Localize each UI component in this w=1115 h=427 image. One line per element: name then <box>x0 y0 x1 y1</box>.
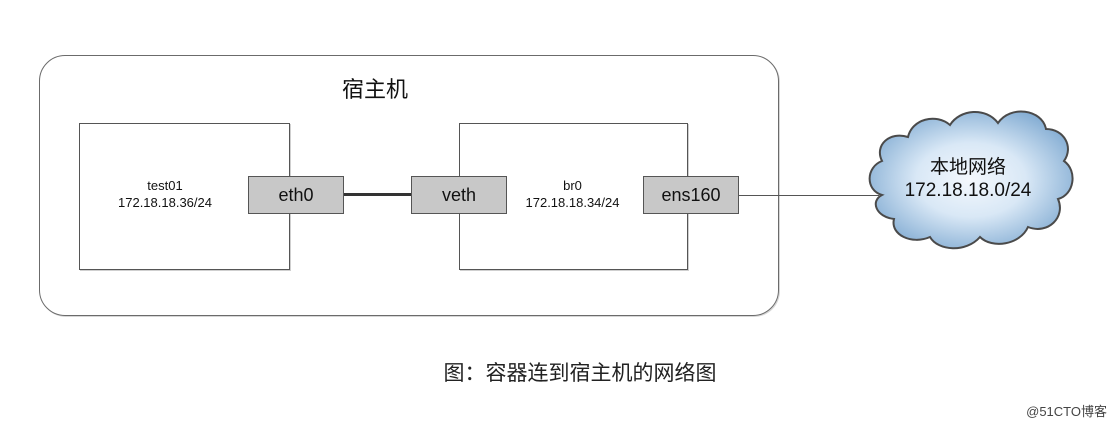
diagram-caption: 图：容器连到宿主机的网络图 <box>443 361 717 385</box>
interface-ens160: ens160 <box>643 176 739 214</box>
network-name: 本地网络 <box>929 157 1006 178</box>
bridge-label: br0 172.18.18.34/24 <box>510 177 635 211</box>
bridge-name: br0 <box>563 178 582 193</box>
interface-veth: veth <box>411 176 507 214</box>
bridge-ip: 172.18.18.34/24 <box>525 195 620 210</box>
container-ip: 172.18.18.36/24 <box>118 195 212 210</box>
uplink-line <box>739 195 879 196</box>
watermark: @51CTO博客 <box>1026 404 1107 419</box>
veth-pair-link <box>344 193 411 196</box>
container-name: test01 <box>147 178 183 193</box>
network-subnet: 172.18.18.0/24 <box>904 180 1032 201</box>
container-label: test01 172.18.18.36/24 <box>110 177 220 211</box>
host-title: 宿主机 <box>341 78 408 103</box>
interface-eth0: eth0 <box>248 176 344 214</box>
